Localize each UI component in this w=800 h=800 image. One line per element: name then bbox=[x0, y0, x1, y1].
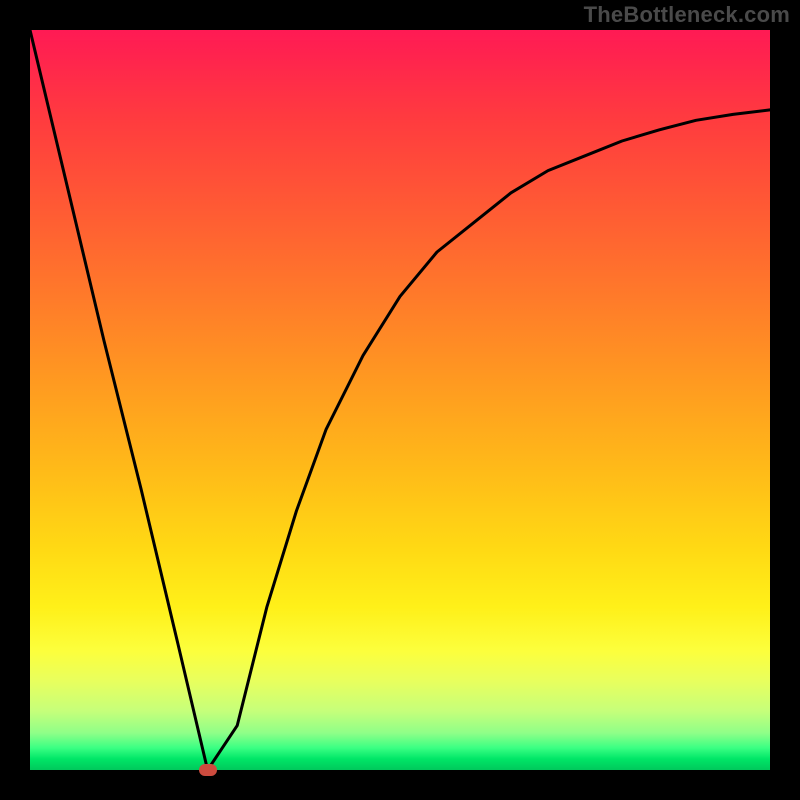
plot-area bbox=[30, 30, 770, 770]
optimum-marker bbox=[199, 764, 217, 776]
bottleneck-curve bbox=[30, 30, 770, 770]
watermark-text: TheBottleneck.com bbox=[584, 2, 790, 28]
chart-frame: TheBottleneck.com bbox=[0, 0, 800, 800]
